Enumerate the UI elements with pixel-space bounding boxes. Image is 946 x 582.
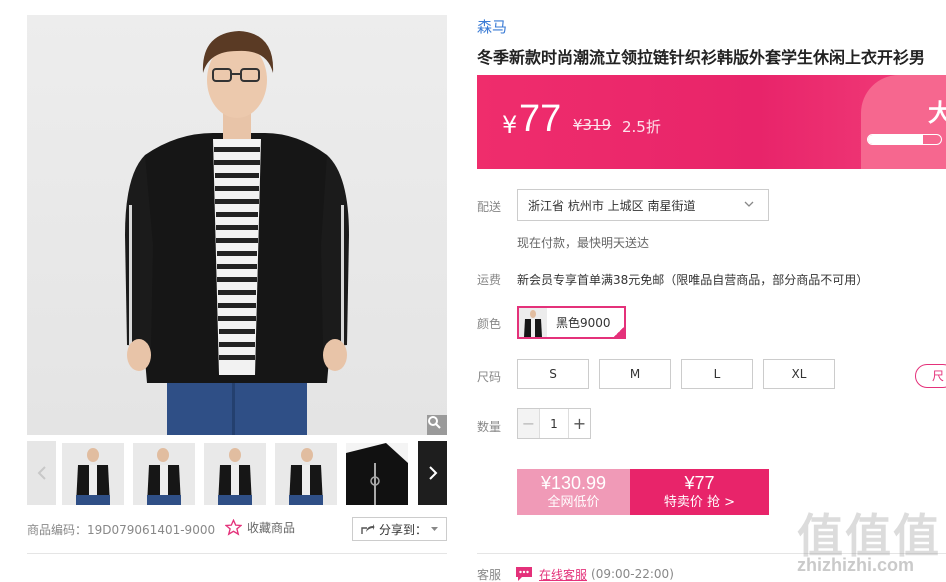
sku-code: 商品编码：19D079061401-9000 (27, 523, 216, 537)
sale-price-label: 特卖价 抢 > (663, 495, 736, 510)
chevron-down-icon (744, 201, 754, 207)
model-photo (125, 31, 349, 435)
thumbnail-1[interactable] (62, 443, 124, 505)
divider (27, 553, 447, 554)
stock-progress-fill (868, 135, 923, 144)
online-service-link[interactable]: 在线客服 (539, 566, 587, 582)
chevron-right-icon (428, 466, 437, 480)
color-label: 颜色 (477, 317, 502, 331)
thumbnail-image (147, 448, 181, 505)
promo-text: 大 (928, 99, 946, 127)
size-label: 尺码 (477, 370, 502, 384)
color-name: 黑色9000 (556, 316, 611, 330)
shipping-info: 新会员专享首单满38元免邮（限唯品自营商品，部分商品不可用） (517, 273, 869, 287)
thumbnail-next-button[interactable] (418, 441, 447, 505)
brand-link[interactable]: 森马 (477, 16, 507, 37)
quantity-stepper: − + (517, 408, 591, 439)
thumbnail-3[interactable] (204, 443, 266, 505)
thumbnail-4[interactable] (275, 443, 337, 505)
color-swatch-image (519, 308, 547, 337)
favorite-label: 收藏商品 (247, 521, 296, 535)
quantity-input[interactable] (540, 409, 568, 438)
chat-bubble-icon (516, 567, 532, 581)
original-price: ¥319 (573, 116, 612, 134)
watermark-logo: 值值值 (797, 509, 941, 563)
site-watermark: 值值值 zhizhizhi.com (791, 500, 941, 582)
customer-service-row: 客服 在线客服 (09:00-22:00) (477, 565, 674, 582)
size-option-m[interactable]: M (599, 359, 671, 389)
thumbnail-image (289, 448, 323, 505)
size-option-l[interactable]: L (681, 359, 753, 389)
magnifier-icon (428, 416, 441, 429)
product-meta-row: 商品编码：19D079061401-9000 收藏商品 分享到： (27, 517, 447, 541)
size-option-s[interactable]: S (517, 359, 589, 389)
delivery-note: 现在付款，最快明天送达 (517, 236, 650, 250)
service-hours: (09:00-22:00) (591, 567, 674, 581)
quantity-decrease-button[interactable]: − (518, 409, 540, 438)
thumbnail-prev-button[interactable] (27, 441, 56, 505)
main-product-image[interactable] (27, 15, 447, 435)
chevron-left-icon (37, 466, 46, 480)
lowest-price: ¥130.99 (540, 473, 607, 493)
size-option-xl[interactable]: XL (763, 359, 835, 389)
service-label: 客服 (477, 567, 502, 582)
sale-price: ¥77 (684, 473, 715, 493)
price-banner: ¥ 77 ¥319 2.5折 大 (477, 75, 946, 169)
thumbnail-image (346, 443, 408, 505)
lowest-price-button[interactable]: ¥130.99 全网低价 (517, 469, 630, 515)
thumbnail-image (218, 448, 252, 505)
star-icon (225, 519, 242, 536)
watermark-url: zhizhizhi.com (797, 555, 914, 575)
thumbnail-image (76, 448, 110, 505)
delivery-location: 浙江省 杭州市 上城区 南星街道 (528, 198, 696, 213)
delivery-label: 配送 (477, 200, 502, 214)
current-price: 77 (519, 98, 562, 140)
swatch-figure (524, 310, 542, 337)
divider (477, 553, 946, 554)
share-dropdown[interactable]: 分享到： (352, 517, 447, 541)
buy-now-button[interactable]: ¥77 特卖价 抢 > (630, 469, 769, 515)
discount-rate: 2.5折 (622, 118, 661, 136)
buy-box: ¥130.99 全网低价 ¥77 特卖价 抢 > (517, 469, 769, 515)
quantity-label: 数量 (477, 420, 502, 434)
currency-symbol: ¥ (502, 111, 518, 139)
quantity-increase-button[interactable]: + (568, 409, 590, 438)
stock-progress-bar (867, 134, 942, 145)
thumbnail-strip (27, 441, 447, 505)
color-option-selected[interactable]: 黑色9000 (517, 306, 626, 339)
zoom-button[interactable] (427, 415, 447, 435)
share-label: 分享到： (378, 522, 427, 537)
shipping-label: 运费 (477, 273, 502, 287)
favorite-button[interactable]: 收藏商品 (225, 519, 295, 536)
thumbnail-2[interactable] (133, 443, 195, 505)
product-title: 冬季新款时尚潮流立领拉链针织衫韩版外套学生休闲上衣开衫男 (477, 48, 926, 67)
share-icon (361, 524, 375, 534)
lowest-price-label: 全网低价 (547, 495, 600, 510)
delivery-location-select[interactable]: 浙江省 杭州市 上城区 南星街道 (517, 189, 769, 221)
size-guide-button[interactable]: 尺 (915, 364, 946, 388)
thumbnail-5[interactable] (346, 443, 408, 505)
caret-down-icon (431, 526, 438, 531)
selected-check-icon (612, 325, 626, 339)
